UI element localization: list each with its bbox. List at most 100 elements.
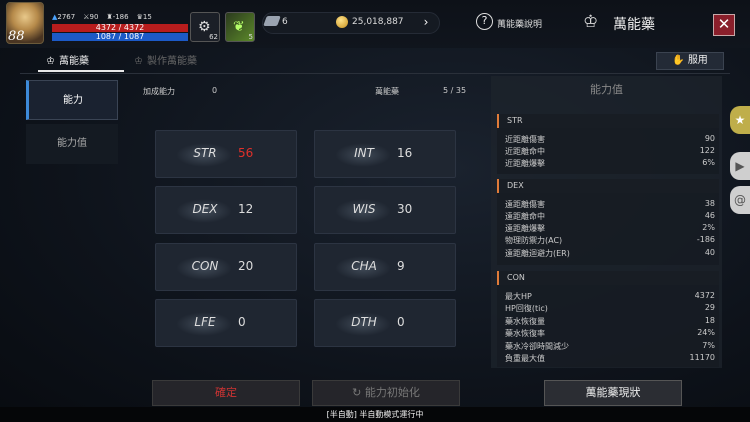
elixir-icon: ♔ [583, 12, 599, 32]
tab-bar [20, 50, 730, 74]
currency-box [262, 12, 440, 34]
elixir-count-value: 5 / 35 [443, 86, 467, 95]
row-value: 4372 [694, 291, 715, 300]
stat-value: 30 [397, 202, 413, 216]
stat-card-cha[interactable]: CHA 9 [314, 243, 456, 291]
swirl-icon[interactable]: @ [730, 186, 750, 214]
stat-card-str[interactable]: STR 56 [155, 130, 297, 178]
quick-slot-1[interactable]: ⚙ 62 [190, 12, 220, 42]
stat-row: 近距離傷害 90 [505, 134, 715, 145]
stat-name: LFE [194, 315, 216, 329]
help-icon[interactable]: ? [476, 13, 493, 30]
stats-panel-title: 能力值 [590, 83, 623, 96]
stat-card-con[interactable]: CON 20 [155, 243, 297, 291]
row-value: 2% [702, 223, 715, 232]
stat-card-int[interactable]: INT 16 [314, 130, 456, 178]
stat-name: CON [191, 259, 219, 273]
mp-bar: 1087 / 1087 [52, 33, 188, 41]
confirm-button[interactable]: 確定 [152, 380, 300, 406]
craft-tab-icon: ♔ [134, 56, 143, 67]
trophy-stat: ♛15 [136, 13, 152, 21]
use-label: 服用 [687, 55, 708, 66]
stat-row: 藥水恢復率 24% [505, 328, 715, 339]
row-label: 物理防禦力(AC) [505, 236, 563, 245]
section-head: DEX [497, 179, 719, 193]
row-label: 最大HP [505, 292, 532, 301]
tab-elixir[interactable]: ♔ 萬能藥 [38, 52, 124, 72]
attack-value: 90 [89, 13, 99, 21]
row-label: 遠距離傷害 [505, 200, 545, 209]
defense-stat: ♜-186 [106, 13, 129, 21]
row-value: 90 [704, 134, 715, 143]
tab-craft-label: 製作萬能藥 [146, 56, 197, 67]
stat-value: 9 [397, 259, 405, 273]
stat-value: 0 [238, 315, 246, 329]
stat-card-lfe[interactable]: LFE 0 [155, 299, 297, 347]
quick-slot-2[interactable]: ❦ 5 [225, 12, 255, 42]
stat-name: DEX [192, 202, 218, 216]
elixir-status-button[interactable]: 萬能藥現狀 [544, 380, 682, 406]
reset-label: 能力初始化 [364, 386, 420, 399]
bonus-label: 加成能力 [143, 87, 175, 96]
favorite-star-icon[interactable]: ★ [730, 106, 750, 134]
row-label: 藥水恢復量 [505, 317, 545, 326]
row-label: 遠距離迴避力(ER) [505, 249, 570, 258]
stat-row: 藥水冷卻時間減少 7% [505, 341, 715, 352]
help-label[interactable]: 萬能藥說明 [497, 17, 542, 30]
row-value: 6% [702, 158, 715, 167]
stat-card-wis[interactable]: WIS 30 [314, 186, 456, 234]
stat-row: 遠距離傷害 38 [505, 199, 715, 210]
row-value: 46 [704, 211, 715, 220]
status-bar: [半自動] 半自動模式運行中 [0, 407, 750, 422]
stat-value: 16 [397, 146, 413, 160]
row-value: 29 [704, 303, 715, 312]
tab-elixir-label: 萬能藥 [58, 56, 89, 67]
use-icon: ✋ [672, 55, 688, 66]
stat-row: 近距離命中 122 [505, 146, 715, 157]
currency-expand-button[interactable]: › [417, 13, 435, 31]
row-label: 遠距離命中 [505, 212, 545, 221]
gem-value: 2767 [57, 13, 76, 21]
row-label: 藥水冷卻時間減少 [505, 342, 569, 351]
section-head: STR [497, 114, 719, 128]
stat-value: 12 [238, 202, 254, 216]
row-value: 122 [699, 146, 715, 155]
trophy-value: 15 [142, 13, 152, 21]
reset-stats-button[interactable]: ↻ 能力初始化 [312, 380, 460, 406]
stat-card-dth[interactable]: DTH 0 [314, 299, 456, 347]
stat-row: 近距離爆擊 6% [505, 158, 715, 169]
elixir-status-label: 萬能藥現狀 [585, 386, 641, 399]
play-icon[interactable]: ▶ [730, 152, 750, 180]
page-title: 萬能藥 [613, 17, 655, 33]
stat-row: 遠距離爆擊 2% [505, 223, 715, 234]
sidebar-item-ability[interactable]: 能力 [26, 80, 118, 120]
gem-stat: ▲2767 [52, 13, 76, 21]
stat-name: WIS [352, 202, 376, 216]
gold-coin-icon [336, 16, 348, 28]
stat-card-dex[interactable]: DEX 12 [155, 186, 297, 234]
defense-value: -186 [112, 13, 129, 21]
row-label: 藥水恢復率 [505, 329, 545, 338]
elixir-tab-icon: ♔ [46, 56, 55, 67]
row-label: 負重最大值 [505, 354, 545, 363]
stat-name: CHA [351, 259, 377, 273]
slot-2-count: 5 [248, 33, 253, 41]
tab-craft-elixir[interactable]: ♔ 製作萬能藥 [134, 52, 197, 67]
sword-stat: ⚔90 [83, 13, 99, 21]
row-value: 24% [697, 328, 715, 337]
row-label: 遠距離爆擊 [505, 224, 545, 233]
stat-row: 物理防禦力(AC) -186 [505, 235, 715, 246]
stat-name: DTH [351, 315, 377, 329]
row-value: 40 [704, 248, 715, 257]
level-text: 88 [8, 29, 25, 44]
use-button[interactable]: ✋ 服用 [656, 52, 724, 70]
leaf-icon: ❦ [233, 19, 245, 35]
sidebar-item-stats[interactable]: 能力值 [26, 124, 118, 164]
close-button[interactable]: ✕ [713, 14, 735, 36]
gold-count: 25,018,887 [352, 17, 404, 27]
game-window: 88 ▲2767 ⚔90 ♜-186 ♛15 4372 / 4372 1087 … [0, 0, 750, 422]
stat-name: INT [354, 146, 374, 160]
stat-name: STR [193, 146, 217, 160]
section-head: CON [497, 271, 719, 285]
stat-value: 0 [397, 315, 405, 329]
